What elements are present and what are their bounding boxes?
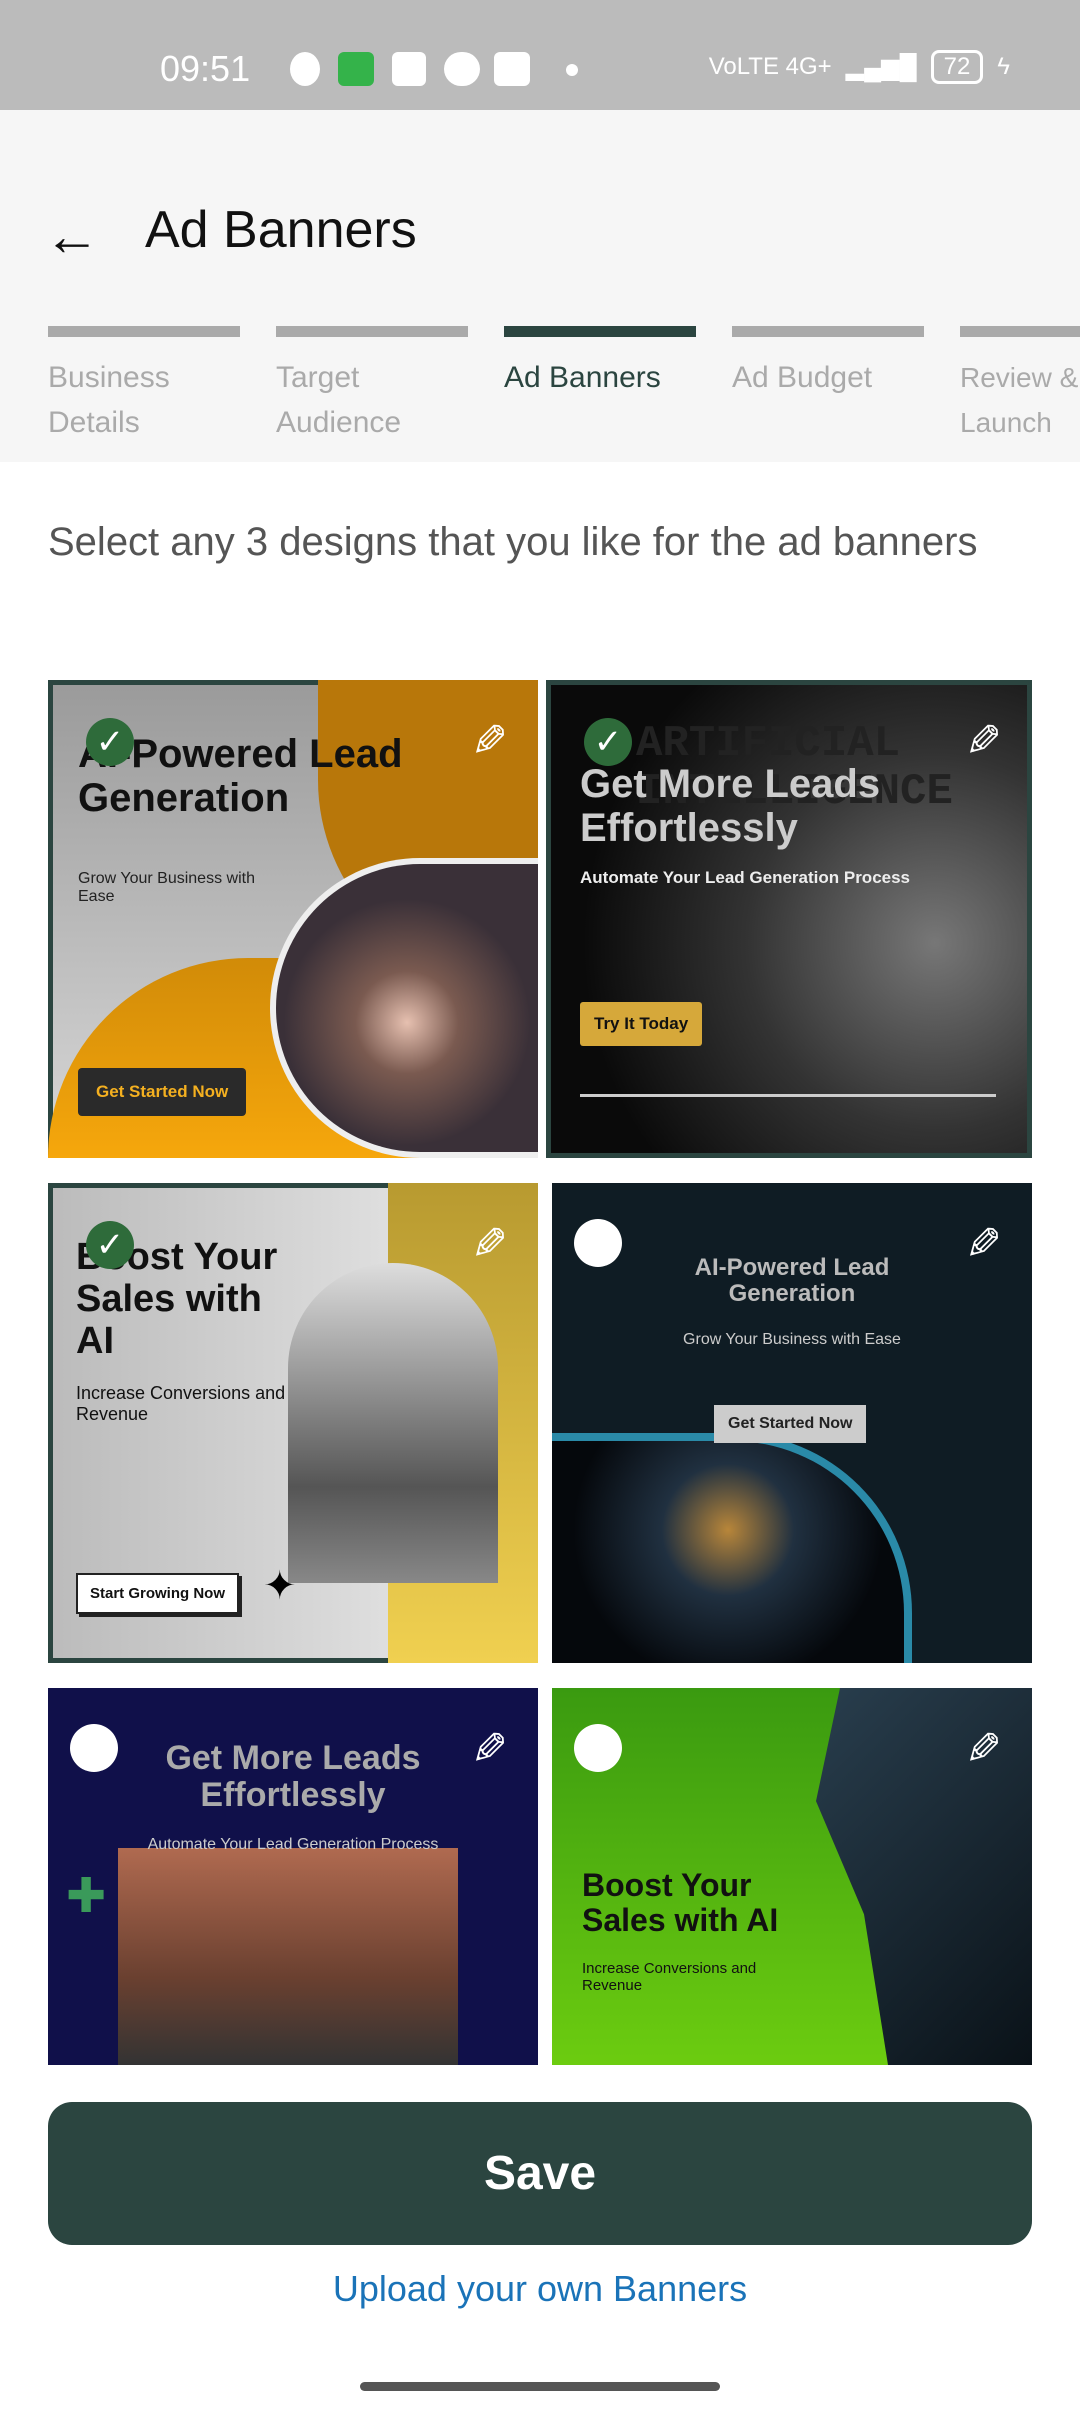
edit-pencil-icon[interactable]: ✎ [965, 1219, 1002, 1270]
network-label: VoLTE 4G+ [708, 53, 832, 80]
step-bar [960, 326, 1080, 337]
banner-title: AI-Powered Lead Generation [694, 1254, 890, 1308]
step-bar [504, 326, 696, 337]
step-label: Review & Launch [960, 362, 1079, 438]
step-label: Target Audience [276, 361, 402, 439]
signal-icon: ▂▄▆█ [845, 53, 917, 81]
charging-icon: ϟ [997, 53, 1010, 80]
edit-pencil-icon[interactable]: ✎ [965, 716, 1002, 767]
plus-shape-icon: ✚ [66, 1870, 107, 1923]
save-button[interactable]: Save [48, 2102, 1032, 2245]
banner-card[interactable]: ✓ ✎ Boost Your Sales with AI Increase Co… [48, 1183, 538, 1663]
step-label: Ad Budget [732, 361, 873, 394]
chat-icon [290, 52, 320, 86]
banner-card[interactable]: ✓ ✎ AI-Powered Lead Generation Grow Your… [48, 680, 538, 1158]
linkedin-icon [392, 52, 426, 86]
banner-cta: Try It Today [580, 1002, 703, 1046]
check-icon[interactable]: ✓ [86, 718, 134, 766]
banner-cta: Get Started Now [78, 1068, 247, 1116]
status-right: VoLTE 4G+ ▂▄▆█ 72 ϟ [709, 50, 1010, 84]
banner-card[interactable]: ARTIFICIAL INTELLIGENCE ✓ ✎ Get More Lea… [546, 680, 1032, 1158]
banner-card[interactable]: ✎ Boost Your Sales with AI Increase Conv… [552, 1688, 1032, 2065]
step-ad-banners[interactable]: Ad Banners [504, 326, 696, 400]
unselected-radio[interactable] [70, 1724, 118, 1772]
check-icon[interactable]: ✓ [86, 1221, 134, 1269]
banner-cta: Start Growing Now [76, 1573, 239, 1614]
edit-pencil-icon[interactable]: ✎ [965, 1724, 1002, 1775]
check-icon[interactable]: ✓ [584, 718, 632, 766]
more-dot-icon [566, 64, 578, 76]
banner-subtitle: Automate Your Lead Generation Process [147, 1836, 439, 1853]
unselected-radio[interactable] [574, 1219, 622, 1267]
unselected-radio[interactable] [574, 1724, 622, 1772]
banner-subtitle: Grow Your Business with Ease [683, 1331, 901, 1348]
banner-title: Boost Your Sales with AI [582, 1867, 779, 1939]
clock: 09:51 [160, 48, 251, 89]
shield-app-icon [338, 52, 374, 86]
step-ad-budget[interactable]: Ad Budget [732, 326, 924, 400]
status-bar: 09:51 VoLTE 4G+ ▂▄▆█ 72 ϟ [0, 0, 1080, 110]
banner-card[interactable]: ✎ AI-Powered Lead Generation Grow Your B… [552, 1183, 1032, 1663]
step-bar [276, 326, 468, 337]
medium-icon [444, 52, 480, 86]
edit-pencil-icon[interactable]: ✎ [471, 716, 508, 767]
instruction-text: Select any 3 designs that you like for t… [48, 520, 978, 564]
step-target-audience[interactable]: Target Audience [276, 326, 468, 445]
header: ← Ad Banners Business Details Target Aud… [0, 110, 1080, 462]
banner-subtitle: Increase Conversions and Revenue [582, 1960, 757, 1994]
banner-subtitle: Grow Your Business with Ease [78, 870, 255, 905]
home-indicator[interactable] [360, 2382, 720, 2391]
arrow-left-icon[interactable]: ← [44, 208, 100, 264]
battery-icon: 72 [930, 50, 984, 84]
banner-photo-laptop [288, 1263, 498, 1583]
step-review-launch[interactable]: Review & Launch [960, 326, 1080, 445]
banner-title: Get More Leads Effortlessly [580, 762, 881, 850]
app-notification-icon [494, 52, 530, 86]
step-business-details[interactable]: Business Details [48, 326, 240, 445]
banner-cta: Get Started Now [714, 1405, 867, 1443]
banner-subtitle: Increase Conversions and Revenue [76, 1383, 286, 1424]
step-bar [48, 326, 240, 337]
upload-banners-link[interactable]: Upload your own Banners [0, 2268, 1080, 2310]
edit-pencil-icon[interactable]: ✎ [471, 1219, 508, 1270]
step-label: Ad Banners [504, 361, 661, 394]
edit-pencil-icon[interactable]: ✎ [471, 1724, 508, 1775]
step-label: Business Details [48, 361, 170, 439]
banner-subtitle: Automate Your Lead Generation Process [580, 868, 911, 887]
banner-divider [580, 1094, 996, 1097]
sparkle-icon: ✦ [263, 1564, 297, 1608]
banner-photo-robot [118, 1848, 458, 2065]
step-bar [732, 326, 924, 337]
page-title: Ad Banners [145, 201, 417, 259]
banner-title: Get More Leads Effortlessly [165, 1739, 421, 1815]
banner-photo-earth [552, 1433, 912, 1663]
banner-card[interactable]: ✎ Get More Leads Effortlessly Automate Y… [48, 1688, 538, 2065]
